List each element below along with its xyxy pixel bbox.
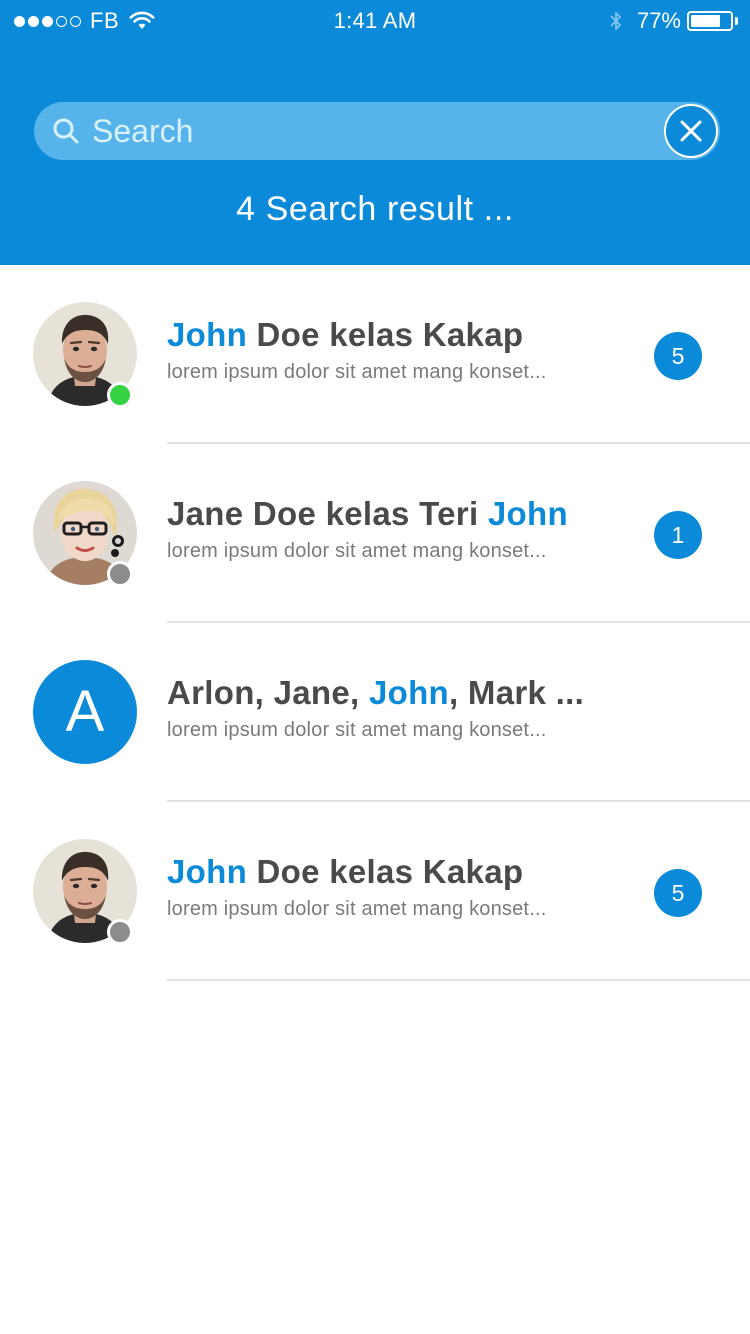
- result-title: Arlon, Jane, John, Mark ...: [167, 674, 584, 712]
- row-divider: [167, 979, 750, 981]
- clear-search-button[interactable]: [664, 104, 718, 158]
- result-preview: lorem ipsum dolor sit amet mang konset..…: [167, 719, 547, 741]
- search-results-list: John Doe kelas Kakap lorem ipsum dolor s…: [0, 265, 750, 981]
- title-text: Doe kelas Kakap: [247, 853, 524, 890]
- title-highlight: John: [167, 316, 248, 353]
- battery-tip: [735, 17, 738, 25]
- title-text: Doe kelas Kakap: [247, 316, 524, 353]
- result-row[interactable]: John Doe kelas Kakap lorem ipsum dolor s…: [0, 802, 750, 981]
- header: FB 1:41 AM 77% Search 4 Search result ..…: [0, 0, 750, 265]
- result-title: John Doe kelas Kakap: [167, 316, 523, 354]
- search-result-count: 4 Search result ...: [236, 190, 514, 228]
- title-highlight: John: [487, 495, 568, 532]
- unread-count-badge: 5: [654, 869, 702, 917]
- avatar: A: [33, 660, 137, 764]
- result-title: John Doe kelas Kakap: [167, 853, 523, 891]
- title-text: , Mark ...: [448, 674, 585, 711]
- result-preview: lorem ipsum dolor sit amet mang konset..…: [167, 361, 547, 383]
- presence-online-indicator: [107, 382, 133, 408]
- status-bar: FB 1:41 AM 77%: [0, 0, 750, 42]
- result-preview: lorem ipsum dolor sit amet mang konset..…: [167, 540, 547, 562]
- result-title: Jane Doe kelas Teri John: [167, 495, 568, 533]
- result-preview: lorem ipsum dolor sit amet mang konset..…: [167, 898, 547, 920]
- result-row[interactable]: John Doe kelas Kakap lorem ipsum dolor s…: [0, 265, 750, 444]
- title-highlight: John: [368, 674, 449, 711]
- title-highlight: John: [167, 853, 248, 890]
- title-text: Arlon, Jane,: [167, 674, 369, 711]
- title-text: Jane Doe kelas Teri: [167, 495, 488, 532]
- battery-level-fill: [691, 15, 721, 27]
- battery-percentage: 77%: [636, 8, 681, 33]
- search-icon: [53, 118, 79, 144]
- status-right: 77%: [609, 8, 738, 34]
- battery-icon: [687, 11, 733, 31]
- unread-count-badge: 1: [654, 511, 702, 559]
- unread-count-badge: 5: [654, 332, 702, 380]
- result-row[interactable]: Jane Doe kelas Teri John lorem ipsum dol…: [0, 444, 750, 623]
- result-row[interactable]: A Arlon, Jane, John, Mark ... lorem ipsu…: [0, 623, 750, 802]
- search-bar[interactable]: [34, 102, 720, 160]
- search-input[interactable]: [92, 102, 652, 160]
- presence-offline-indicator: [107, 919, 133, 945]
- close-icon: [680, 120, 702, 142]
- bluetooth-icon: [610, 12, 621, 30]
- presence-offline-indicator: [107, 561, 133, 587]
